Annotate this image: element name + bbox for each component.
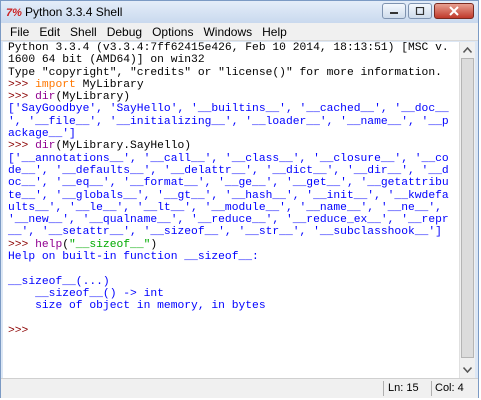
idle-shell-window: 7% Python 3.3.4 Shell File Edit Shell De… <box>0 0 479 398</box>
status-divider <box>431 381 432 396</box>
svg-text:7%: 7% <box>6 7 22 19</box>
output-line: ['__annotations__', '__call__', '__class… <box>8 152 449 165</box>
chevron-down-icon <box>463 367 472 373</box>
command-text: (MyLibrary) <box>55 91 131 104</box>
output-line: te__', '__globals__', '__gt__', '__hash_… <box>8 189 449 202</box>
banner-line: 1600 64 bit (AMD64)] on win32 <box>8 54 205 67</box>
python-icon: 7% <box>6 4 22 19</box>
title-bar[interactable]: 7% Python 3.3.4 Shell <box>1 1 478 23</box>
string-literal: "__sizeof__" <box>69 238 151 251</box>
builtin: help <box>35 238 63 251</box>
menu-shell[interactable]: Shell <box>65 25 102 39</box>
input-line: >>> dir(MyLibrary.SayHello) <box>3 140 461 152</box>
vertical-scrollbar[interactable] <box>459 42 475 378</box>
menu-bar: File Edit Shell Debug Options Windows He… <box>1 23 478 41</box>
paren: ( <box>62 238 70 251</box>
menu-edit[interactable]: Edit <box>34 25 65 39</box>
prompt: >>> <box>8 238 36 251</box>
scroll-up-button[interactable] <box>460 42 475 58</box>
prompt: >>> <box>8 140 36 153</box>
menu-file[interactable]: File <box>5 25 34 39</box>
output-line: ', '__file__', '__initializing__', '__lo… <box>8 115 449 128</box>
menu-debug[interactable]: Debug <box>102 25 147 39</box>
input-line: >>> import MyLibrary <box>3 79 461 91</box>
output-line: '__new__', '__qualname__', '__reduce__',… <box>8 214 449 227</box>
column-number: Col: 4 <box>435 382 464 394</box>
prompt: >>> <box>8 91 36 104</box>
keyword: import <box>35 78 76 91</box>
chevron-up-icon <box>463 47 472 53</box>
window-controls <box>382 3 474 19</box>
output-line: Help on built-in function __sizeof__: <box>8 251 259 264</box>
output-line: __', '__setattr__', '__sizeof__', '__str… <box>8 226 442 239</box>
output-line: size of object in memory, in bytes <box>8 300 266 313</box>
output-line: __sizeof__(...) <box>8 275 110 288</box>
input-line: >>> help("__sizeof__") <box>3 239 461 251</box>
status-bar: Ln: 15 Col: 4 <box>1 378 478 398</box>
output-line: oc__', '__eq__', '__format__', '__ge__',… <box>8 177 449 190</box>
maximize-button[interactable] <box>408 3 432 19</box>
close-icon <box>449 6 459 16</box>
command-text: (MyLibrary.SayHello) <box>55 140 192 153</box>
minimize-icon <box>390 12 398 14</box>
builtin: dir <box>35 140 56 153</box>
scroll-down-button[interactable] <box>460 362 475 378</box>
banner-line: Python 3.3.4 (v3.3.4:7ff62415e426, Feb 1… <box>8 42 449 54</box>
input-line: >>> dir(MyLibrary) <box>3 91 461 103</box>
window-title: Python 3.3.4 Shell <box>25 5 123 19</box>
close-button[interactable] <box>434 3 474 19</box>
menu-options[interactable]: Options <box>147 25 198 39</box>
output-line: __sizeof__() -> int <box>8 287 164 300</box>
line-number: Ln: 15 <box>388 382 419 394</box>
output-line: ['SayGoodbye', 'SayHello', '__builtins__… <box>8 103 449 116</box>
output-line: de__', '__defaults__', '__delattr__', '_… <box>8 164 449 177</box>
prompt: >>> <box>8 78 36 91</box>
current-prompt[interactable]: >>> <box>3 325 461 337</box>
menu-help[interactable]: Help <box>257 25 292 39</box>
banner-line: Type "copyright", "credits" or "license(… <box>8 66 442 79</box>
scroll-track[interactable] <box>460 58 475 362</box>
output-line: ackage__'] <box>8 128 76 141</box>
minimize-button[interactable] <box>382 3 406 19</box>
menu-windows[interactable]: Windows <box>198 25 257 39</box>
paren: ) <box>150 238 158 251</box>
maximize-icon <box>415 7 425 15</box>
status-divider <box>383 381 384 396</box>
scroll-thumb[interactable] <box>461 58 474 358</box>
shell-text-area[interactable]: Python 3.3.4 (v3.3.4:7ff62415e426, Feb 1… <box>3 42 461 378</box>
output-line: ults__', '__le__', '__lt__', '__module__… <box>8 201 442 214</box>
command-text: MyLibrary <box>75 78 144 91</box>
builtin: dir <box>35 91 56 104</box>
